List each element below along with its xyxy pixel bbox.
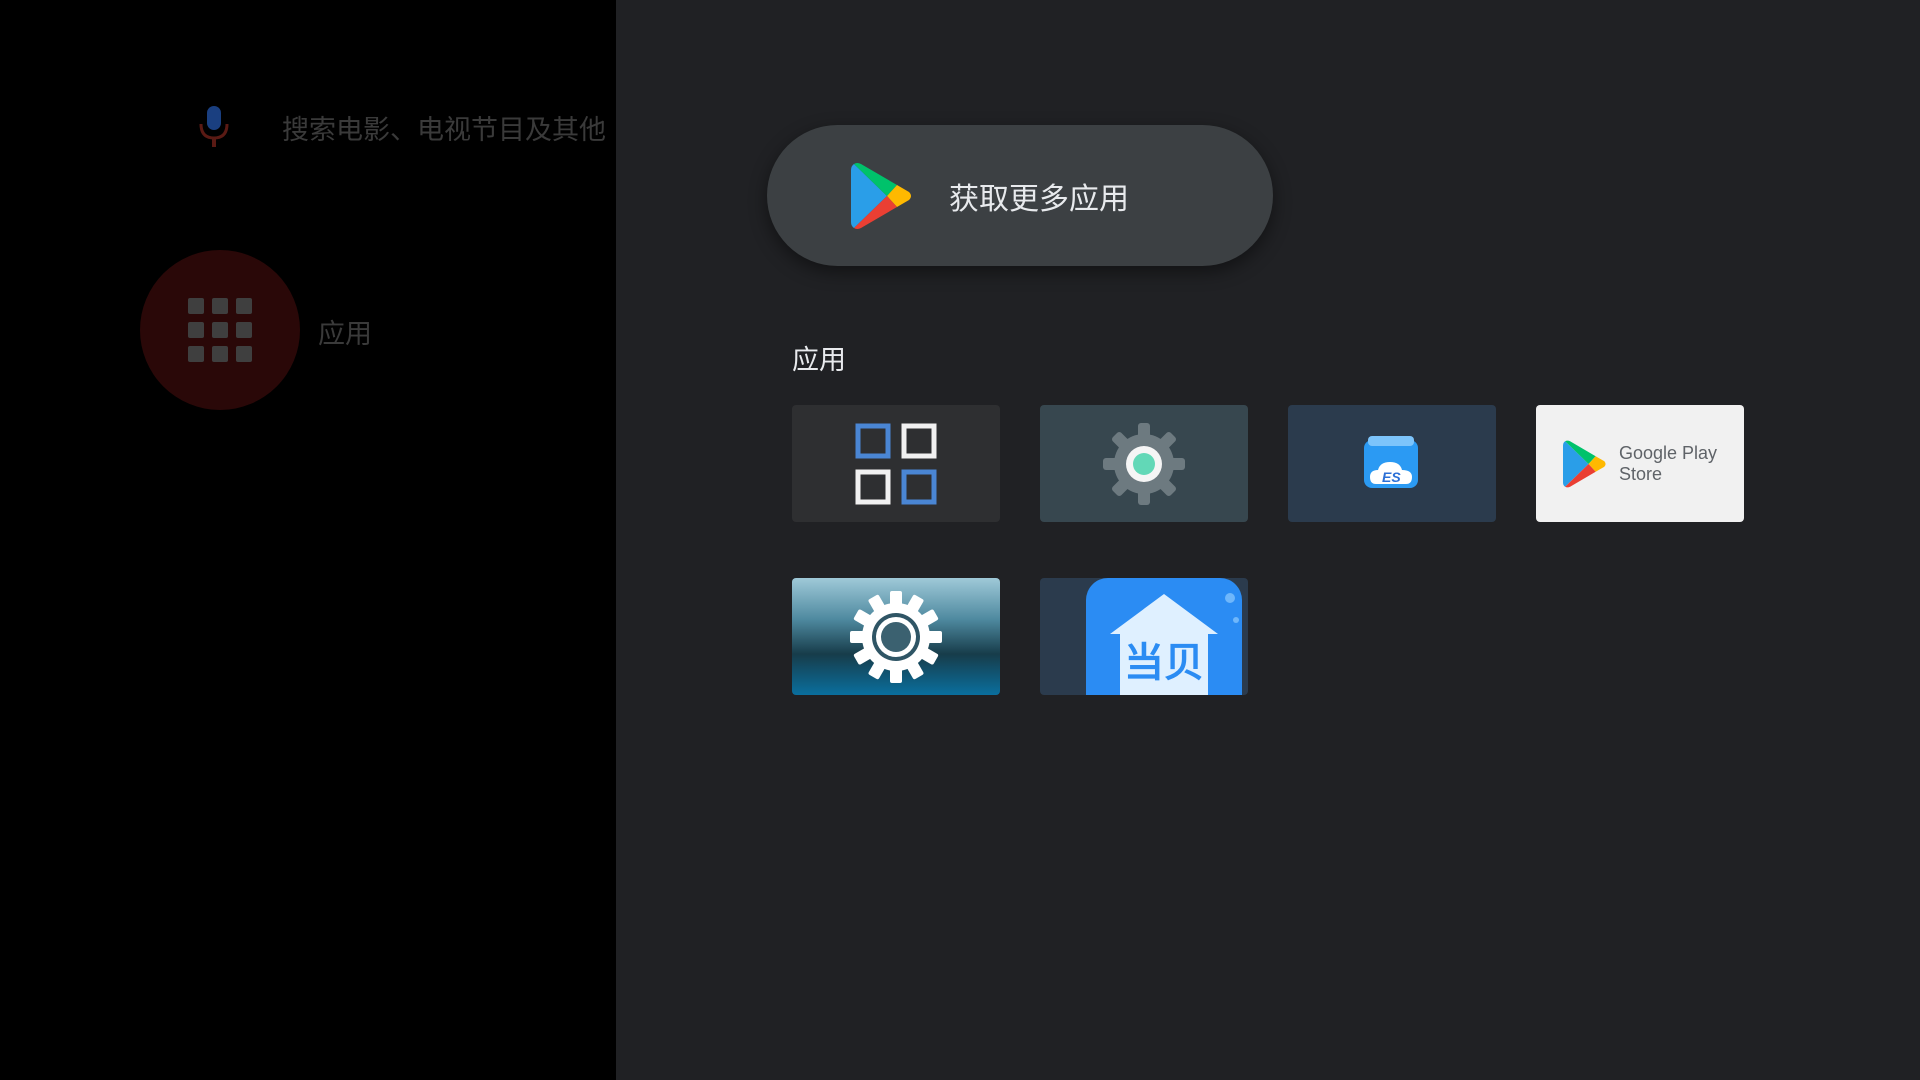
- apps-panel: 获取更多应用 应用 ES Google Play Store 当贝: [616, 0, 1920, 1080]
- app-tile-app-grid[interactable]: [792, 405, 1000, 522]
- app-tile-settings[interactable]: [1040, 405, 1248, 522]
- tv-screen: 搜索电影、电视节目及其他 应用 获取更多应用 应用 ES Google Play…: [0, 0, 1920, 1080]
- folder-cloud-icon: ES: [1364, 435, 1418, 488]
- play-store-banner-title: Google Play: [1618, 442, 1718, 463]
- mic-icon: [199, 106, 229, 147]
- app-tile-dangbei[interactable]: 当贝: [1040, 578, 1248, 695]
- gear-icon: [850, 590, 942, 683]
- play-store-banner-sub: Store: [1618, 463, 1662, 484]
- app-tile-settings-alt[interactable]: [792, 578, 1000, 695]
- apps-grid-icon: [188, 298, 252, 362]
- dangbei-logo-text: 当贝: [1124, 640, 1204, 686]
- search-bar[interactable]: 搜索电影、电视节目及其他: [196, 104, 606, 150]
- apps-button[interactable]: [140, 250, 300, 410]
- apps-section-title: 应用: [792, 345, 846, 376]
- play-store-icon: [1562, 440, 1606, 487]
- gear-icon: [1103, 422, 1185, 505]
- search-placeholder: 搜索电影、电视节目及其他: [282, 114, 606, 146]
- four-squares-icon: [855, 423, 937, 504]
- home-background: 搜索电影、电视节目及其他 应用: [0, 0, 616, 1080]
- house-icon: 当贝: [1086, 578, 1242, 695]
- app-tile-es-file-explorer[interactable]: ES: [1288, 405, 1496, 522]
- svg-text:ES: ES: [1382, 469, 1401, 485]
- get-more-apps-button[interactable]: 获取更多应用: [767, 125, 1273, 266]
- play-store-icon: [851, 162, 911, 229]
- apps-label: 应用: [318, 319, 372, 350]
- app-tile-google-play-store[interactable]: Google Play Store: [1536, 405, 1744, 522]
- get-more-apps-label: 获取更多应用: [949, 181, 1129, 217]
